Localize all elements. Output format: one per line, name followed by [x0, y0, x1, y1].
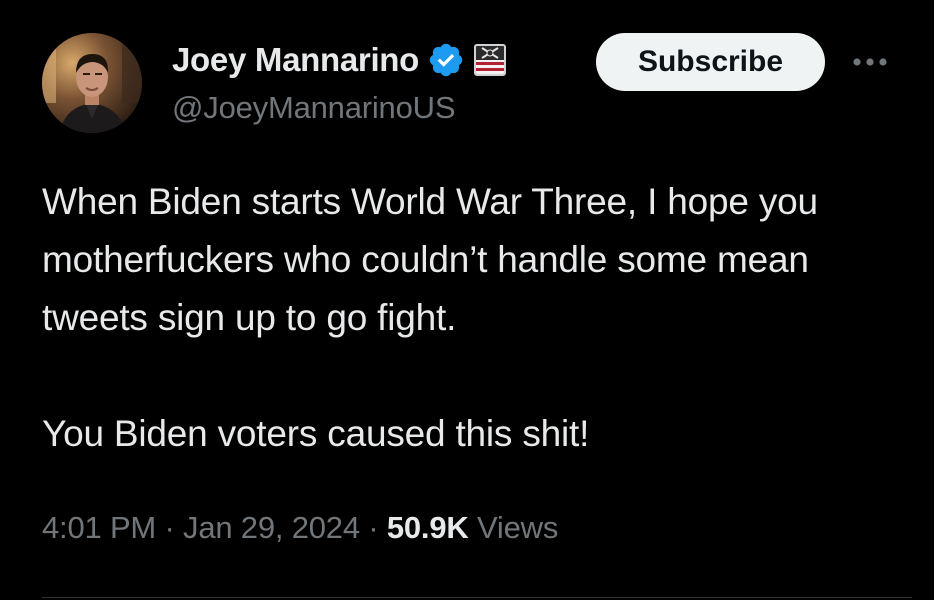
author-display-name[interactable]: Joey Mannarino [172, 41, 419, 79]
american-flag-badge-icon[interactable] [474, 44, 507, 76]
views-label: Views [468, 510, 559, 545]
avatar-image [42, 33, 142, 133]
tweet-meta: 4:01 PM · Jan 29, 2024 · 50.9K Views [42, 510, 558, 546]
verified-badge-icon[interactable] [427, 41, 465, 79]
views-count: 50.9K [386, 510, 469, 545]
author-handle[interactable]: @JoeyMannarinoUS [172, 90, 455, 126]
tweet-text: When Biden starts World War Three, I hop… [42, 181, 818, 454]
tweet-card: Joey Mannarino @JoeyMannarinoUS Subscrib… [0, 0, 934, 600]
subscribe-button[interactable]: Subscribe [596, 33, 825, 91]
tweet-time[interactable]: 4:01 PM [42, 510, 156, 545]
affiliate-flag-image [476, 46, 505, 74]
divider [42, 597, 912, 598]
meta-separator: · [359, 510, 387, 545]
author-name-row: Joey Mannarino [172, 38, 507, 82]
tweet-date[interactable]: Jan 29, 2024 [183, 510, 360, 545]
meta-separator: · [156, 510, 184, 545]
avatar[interactable] [42, 33, 142, 133]
more-options-icon[interactable] [846, 47, 894, 77]
more-dots-glyph [853, 58, 887, 66]
